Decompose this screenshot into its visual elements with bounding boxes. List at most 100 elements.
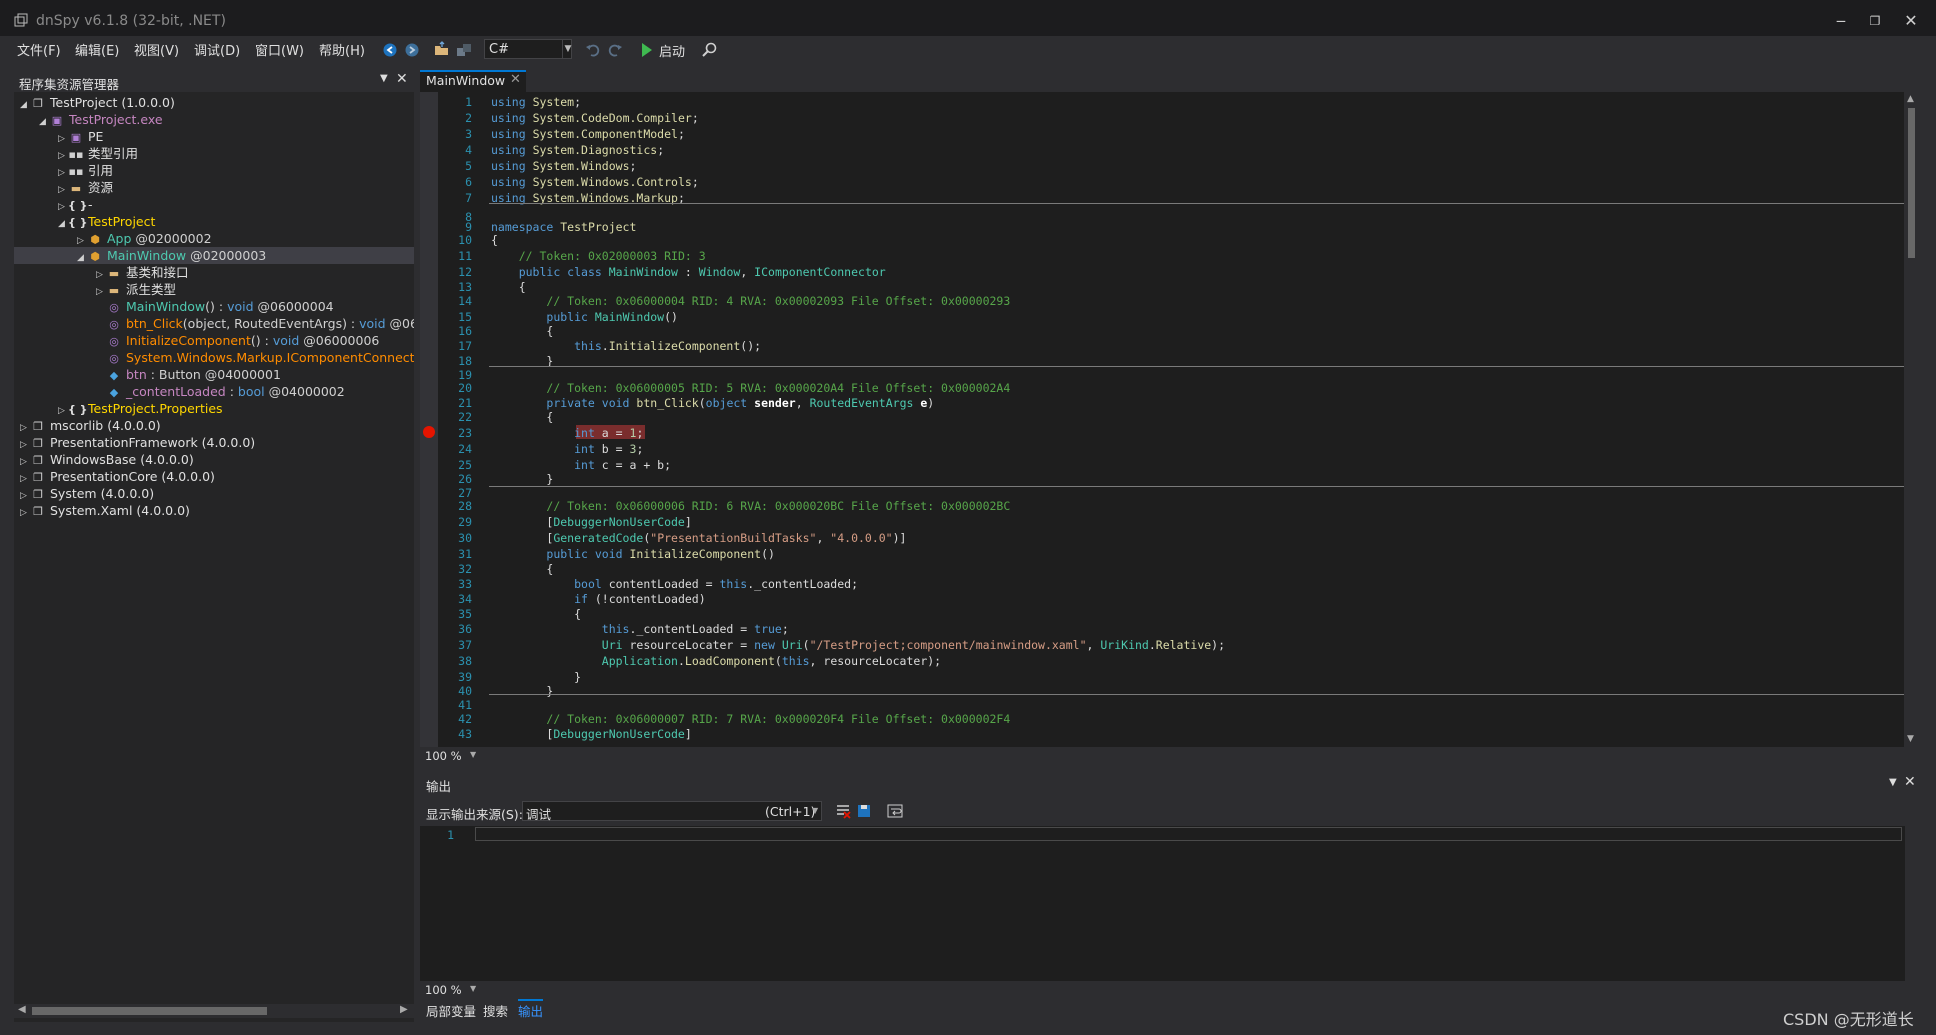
close-button[interactable]: ✕ [1896, 10, 1926, 32]
code-line[interactable]: { [491, 607, 581, 621]
tree-item[interactable]: ▷ ▪▪ 引用 [14, 162, 414, 179]
tree-item[interactable]: ◆ _contentLoaded : bool @04000002 [14, 383, 414, 400]
code-line[interactable]: // Token: 0x06000007 RID: 7 RVA: 0x00002… [491, 712, 1010, 726]
expanded-icon[interactable]: ◢ [20, 97, 30, 114]
tree-item[interactable]: ▷{ }- [14, 196, 414, 213]
forward-icon[interactable] [402, 40, 422, 60]
tree-item[interactable]: ▷{ }TestProject.Properties [14, 400, 414, 417]
tree-item[interactable]: ▷ ▬ 资源 [14, 179, 414, 196]
tab-locals[interactable]: 局部变量 [426, 1001, 476, 1020]
tree-item[interactable]: ▷ ▪▪ 类型引用 [14, 145, 414, 162]
tree-item[interactable]: ◎ System.Windows.Markup.IComponentConnect… [14, 349, 414, 366]
language-select[interactable]: C# [484, 39, 572, 59]
tree-item[interactable]: ▷ ▬ 派生类型 [14, 281, 414, 298]
menu-file[interactable]: 文件(F) [17, 40, 61, 59]
tree-item[interactable]: ▷ ❐ System (4.0.0.0) [14, 485, 414, 502]
code-scroll-thumb[interactable] [1908, 108, 1915, 258]
code-line[interactable]: Application.LoadComponent(this, resource… [491, 654, 941, 668]
code-line[interactable]: namespace TestProject [491, 220, 636, 234]
output-close-icon[interactable]: ✕ [1904, 774, 1916, 790]
code-line[interactable]: } [491, 670, 581, 684]
code-line[interactable]: private void btn_Click(object sender, Ro… [491, 396, 934, 410]
minimize-button[interactable]: ‒ [1826, 10, 1856, 32]
open-list-icon[interactable] [454, 40, 474, 60]
zoom-chevron-down-icon[interactable]: ▼ [470, 750, 476, 759]
play-icon[interactable] [637, 40, 657, 60]
output-vertical-scrollbar[interactable] [1905, 826, 1918, 981]
menu-help[interactable]: 帮助(H) [319, 40, 365, 59]
code-line[interactable]: } [491, 472, 553, 486]
search-icon[interactable] [700, 40, 720, 60]
tab-close-icon[interactable]: ✕ [510, 72, 521, 87]
tree-item[interactable]: ◎ btn_Click(object, RoutedEventArgs) : vo… [14, 315, 414, 332]
output-zoom-level[interactable]: 100 % [425, 983, 462, 997]
tree-item[interactable]: ▷ ❐ WindowsBase (4.0.0.0) [14, 451, 414, 468]
expanded-icon[interactable]: ◢ [77, 250, 87, 267]
code-line[interactable]: using System.ComponentModel; [491, 127, 685, 141]
tree-item[interactable]: ◢{ }TestProject [14, 213, 414, 230]
code-zoom-level[interactable]: 100 % [425, 749, 462, 763]
code-line[interactable]: { [491, 562, 553, 576]
redo-icon[interactable] [605, 40, 625, 60]
code-line[interactable]: using System.Windows.Controls; [491, 175, 699, 189]
tree-item[interactable]: ▷ ▬ 基类和接口 [14, 264, 414, 281]
tree-item[interactable]: ◆ btn : Button @04000001 [14, 366, 414, 383]
tree-item[interactable]: ▷ ❐ PresentationFramework (4.0.0.0) [14, 434, 414, 451]
code-line[interactable]: // Token: 0x06000006 RID: 6 RVA: 0x00002… [491, 499, 1010, 513]
tree-item[interactable]: ◢ ❐ TestProject (1.0.0.0) [14, 94, 414, 111]
code-line[interactable]: [DebuggerNonUserCode] [491, 515, 691, 529]
code-line[interactable]: bool contentLoaded = this._contentLoaded… [491, 577, 858, 591]
code-line[interactable]: // Token: 0x06000005 RID: 5 RVA: 0x00002… [491, 381, 1010, 395]
start-button[interactable]: 启动 [659, 41, 685, 60]
restore-button[interactable]: ❐ [1860, 10, 1890, 32]
code-line[interactable]: // Token: 0x06000004 RID: 4 RVA: 0x00002… [491, 294, 1010, 308]
panel-menu-icon[interactable]: ▼ [380, 73, 388, 84]
tree-item[interactable]: ◢ ⬢ MainWindow @02000003 [14, 247, 414, 264]
code-line[interactable]: { [491, 324, 553, 338]
open-icon[interactable] [432, 40, 452, 60]
tree-item[interactable]: ◎ InitializeComponent() : void @06000006 [14, 332, 414, 349]
tab-output[interactable]: 输出 [518, 999, 544, 1020]
output-text-area[interactable] [420, 826, 1905, 981]
output-horizontal-scrollbar[interactable] [420, 981, 1918, 998]
word-wrap-icon[interactable] [886, 802, 904, 820]
menu-window[interactable]: 窗口(W) [255, 40, 304, 59]
code-line[interactable]: if (!contentLoaded) [491, 592, 706, 606]
scroll-right-icon[interactable]: ▶ [400, 1004, 408, 1015]
code-line[interactable]: using System.Diagnostics; [491, 143, 664, 157]
code-line[interactable]: using System.CodeDom.Compiler; [491, 111, 699, 125]
tree-item[interactable]: ▷ ❐ mscorlib (4.0.0.0) [14, 417, 414, 434]
code-line[interactable]: this.InitializeComponent(); [491, 339, 761, 353]
code-line[interactable]: [GeneratedCode("PresentationBuildTasks",… [491, 531, 906, 545]
code-line[interactable]: public void InitializeComponent() [491, 547, 775, 561]
menu-debug[interactable]: 调试(D) [194, 40, 240, 59]
tree-item[interactable]: ▷ ▣ PE [14, 128, 414, 145]
code-line[interactable]: } [491, 684, 553, 698]
code-line[interactable]: using System.Windows; [491, 159, 636, 173]
chevron-down-icon[interactable]: ▼ [562, 39, 573, 59]
scroll-left-icon[interactable]: ◀ [18, 1004, 26, 1015]
tree-item[interactable]: ◎ MainWindow() : void @06000004 [14, 298, 414, 315]
chevron-down-icon[interactable]: ▼ [812, 806, 818, 815]
tree-item[interactable]: ◢ ▣ TestProject.exe [14, 111, 414, 128]
output-menu-icon[interactable]: ▼ [1889, 777, 1897, 788]
tree-item[interactable]: ▷ ❐ System.Xaml (4.0.0.0) [14, 502, 414, 519]
code-line[interactable]: this._contentLoaded = true; [491, 622, 789, 636]
expanded-icon[interactable]: ◢ [39, 114, 49, 131]
code-line[interactable]: // Token: 0x02000003 RID: 3 [491, 249, 706, 263]
code-line[interactable]: public class MainWindow : Window, ICompo… [491, 265, 886, 279]
menu-edit[interactable]: 编辑(E) [75, 40, 119, 59]
back-icon[interactable] [380, 40, 400, 60]
code-line[interactable]: int c = a + b; [491, 458, 671, 472]
clear-all-icon[interactable] [834, 802, 852, 820]
code-line[interactable]: { [491, 410, 553, 424]
code-line[interactable]: Uri resourceLocater = new Uri("/TestProj… [491, 638, 1225, 652]
code-line[interactable]: [DebuggerNonUserCode] [491, 727, 691, 741]
tree-item[interactable]: ▷ ❐ PresentationCore (4.0.0.0) [14, 468, 414, 485]
tree-scroll-thumb[interactable] [32, 1007, 267, 1015]
close-icon[interactable]: ✕ [396, 71, 408, 87]
code-line[interactable]: { [491, 280, 526, 294]
scroll-down-icon[interactable]: ▼ [1907, 734, 1914, 744]
expanded-icon[interactable]: ◢ [58, 216, 68, 233]
save-icon[interactable] [855, 802, 873, 820]
